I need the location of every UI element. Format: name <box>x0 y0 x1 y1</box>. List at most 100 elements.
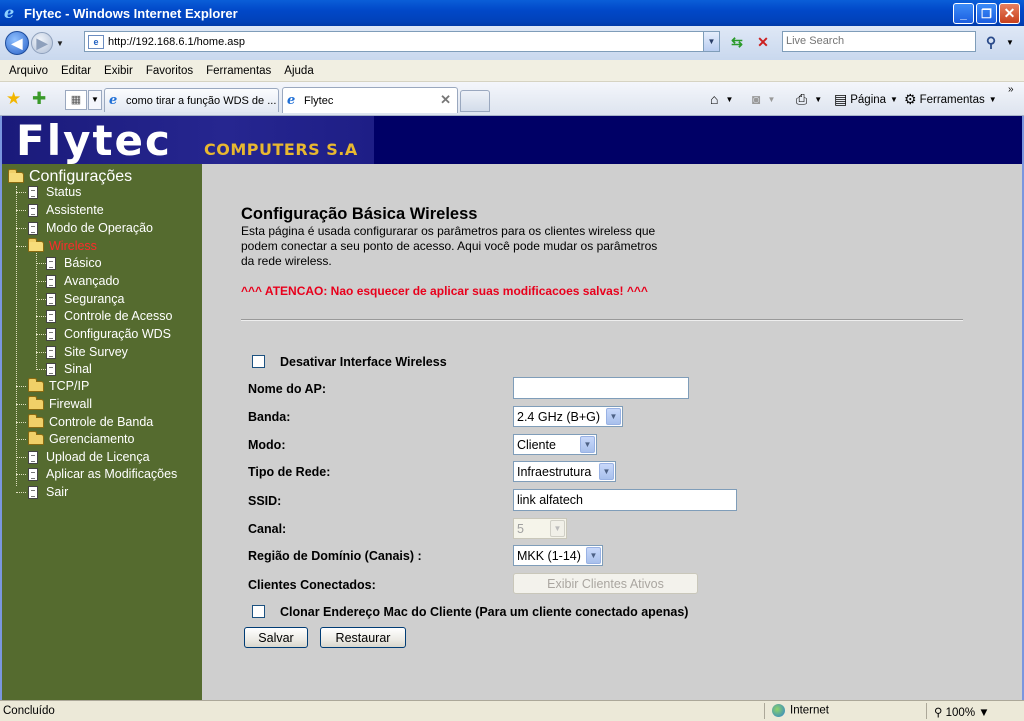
sidebar-item-label: Firewall <box>49 397 93 411</box>
disable-wireless-label: Desativar Interface Wireless <box>280 355 447 369</box>
regiao-select[interactable]: MKK (1-14) ▼ <box>513 545 603 566</box>
sidebar-item-sinal[interactable]: Sinal <box>46 362 92 376</box>
sidebar-item-controle-de-banda[interactable]: Controle de Banda <box>28 413 153 429</box>
sidebar-item-configura-o-wds[interactable]: Configuração WDS <box>46 327 171 341</box>
sidebar-item-label: Controle de Acesso <box>64 309 173 323</box>
sidebar-item-b-sico[interactable]: Básico <box>46 256 102 270</box>
back-button[interactable]: ◀ <box>5 31 29 55</box>
sidebar-item-label: Sinal <box>64 362 92 376</box>
clone-mac-checkbox[interactable] <box>252 605 265 618</box>
tab-wds[interactable]: e como tirar a função WDS de ... <box>104 88 279 112</box>
page-menu[interactable]: ▤ Página ▼ <box>834 91 898 108</box>
document-icon <box>46 327 56 341</box>
recent-pages-dropdown[interactable]: ▼ <box>56 39 66 48</box>
document-icon <box>46 292 56 306</box>
ie-logo-icon: e <box>4 3 15 22</box>
tipo-rede-label: Tipo de Rede: <box>248 465 331 479</box>
zoom-icon: ⚲ <box>934 707 943 719</box>
sidebar-item-modo-de-opera-o[interactable]: Modo de Operação <box>28 221 153 235</box>
brand-header: Flytec COMPUTERS S.A <box>2 116 1022 164</box>
address-dropdown-icon[interactable]: ▼ <box>703 32 719 51</box>
document-icon <box>46 274 56 288</box>
sidebar-item-assistente[interactable]: Assistente <box>28 203 104 217</box>
sidebar-item-controle-de-acesso[interactable]: Controle de Acesso <box>46 309 172 323</box>
search-box[interactable] <box>782 31 976 52</box>
zoom-level[interactable]: ⚲ 100% ▼ <box>934 705 990 719</box>
sidebar-item-avan-ado[interactable]: Avançado <box>46 274 119 288</box>
sidebar-item-label: Upload de Licença <box>46 450 150 464</box>
menu-editar[interactable]: Editar <box>61 65 91 77</box>
brand-subtitle: COMPUTERS S.A <box>204 140 358 159</box>
sidebar-item-site-survey[interactable]: Site Survey <box>46 345 128 359</box>
restore-button[interactable]: ❐ <box>976 3 997 24</box>
sidebar-item-status[interactable]: Status <box>28 185 81 199</box>
chevron-down-icon: ▼ <box>606 408 621 425</box>
folder-open-icon <box>8 168 24 183</box>
chevron-down-icon: ▼ <box>586 547 601 564</box>
reset-button[interactable]: Restaurar <box>320 627 406 648</box>
sidebar-item-tcp-ip[interactable]: TCP/IP <box>28 377 89 393</box>
gear-icon: ⚙ <box>904 91 917 107</box>
modo-label: Modo: <box>248 438 286 452</box>
chevron-more-icon[interactable]: » <box>1008 84 1014 95</box>
sidebar-item-label: Gerenciamento <box>49 432 135 446</box>
new-tab-button[interactable] <box>460 90 490 112</box>
menu-ferramentas[interactable]: Ferramentas <box>206 65 271 77</box>
address-toolbar: ◀ ▶ ▼ e ▼ ⇆ ✕ ⚲ ▼ <box>0 26 1024 60</box>
menu-favoritos[interactable]: Favoritos <box>146 65 193 77</box>
tree-root-configuracoes[interactable]: Configurações <box>8 168 132 186</box>
search-options-dropdown[interactable]: ▼ <box>999 32 1021 52</box>
ssid-input[interactable] <box>513 489 737 511</box>
close-tab-icon[interactable]: ✕ <box>440 92 451 108</box>
document-icon <box>46 345 56 359</box>
search-input[interactable] <box>783 32 973 50</box>
sidebar-item-firewall[interactable]: Firewall <box>28 395 93 411</box>
tab-flytec[interactable]: e Flytec ✕ <box>282 87 458 113</box>
menu-ajuda[interactable]: Ajuda <box>284 65 313 77</box>
page-viewport: Flytec COMPUTERS S.A Configurações Statu… <box>0 116 1024 700</box>
sidebar-item-label: Assistente <box>46 203 104 217</box>
url-input[interactable] <box>108 35 698 48</box>
page-description: Esta página é usada configurarar os parâ… <box>241 224 658 268</box>
quick-tabs-icon[interactable]: ▦ <box>65 90 87 110</box>
tab-list-dropdown[interactable]: ▼ <box>88 90 102 110</box>
print-icon: ⎙ <box>796 91 808 107</box>
home-button[interactable]: ⌂ ▼ <box>710 91 733 107</box>
sidebar-item-gerenciamento[interactable]: Gerenciamento <box>28 430 135 446</box>
sidebar-item-seguran-a[interactable]: Segurança <box>46 292 124 306</box>
menu-exibir[interactable]: Exibir <box>104 65 133 77</box>
main-content: Configuração Básica Wireless Esta página… <box>202 164 1022 700</box>
folder-icon <box>28 430 44 445</box>
sidebar-item-wireless[interactable]: Wireless <box>28 237 97 253</box>
modo-select[interactable]: Cliente ▼ <box>513 434 597 455</box>
canal-label: Canal: <box>248 522 287 536</box>
clientes-label: Clientes Conectados: <box>248 578 376 592</box>
disable-wireless-checkbox[interactable] <box>252 355 265 368</box>
close-window-button[interactable]: ✕ <box>999 3 1020 24</box>
feeds-button[interactable]: ◙ ▼ <box>752 91 775 107</box>
banda-select[interactable]: 2.4 GHz (B+G) ▼ <box>513 406 623 427</box>
print-button[interactable]: ⎙ ▼ <box>796 91 822 108</box>
ap-name-input[interactable] <box>513 377 689 399</box>
tipo-rede-select[interactable]: Infraestrutura ▼ <box>513 461 616 482</box>
add-favorite-icon[interactable]: ✚ <box>32 89 46 109</box>
menu-arquivo[interactable]: Arquivo <box>9 65 48 77</box>
save-button[interactable]: Salvar <box>244 627 308 648</box>
ap-name-label: Nome do AP: <box>248 382 327 396</box>
sidebar-item-upload-de-licen-a[interactable]: Upload de Licença <box>28 450 150 464</box>
sidebar-item-label: Configuração WDS <box>64 327 171 341</box>
window-title: Flytec - Windows Internet Explorer <box>24 5 238 21</box>
address-bar[interactable]: e ▼ <box>84 31 720 52</box>
divider <box>241 319 963 321</box>
forward-button[interactable]: ▶ <box>31 32 53 54</box>
document-icon <box>28 185 38 199</box>
document-icon <box>46 362 56 376</box>
minimize-button[interactable]: _ <box>953 3 974 24</box>
refresh-icon[interactable]: ⇆ <box>726 32 748 52</box>
sidebar-item-sair[interactable]: Sair <box>28 485 68 499</box>
window-title-bar: e Flytec - Windows Internet Explorer _ ❐… <box>0 0 1024 26</box>
sidebar-item-aplicar-as-modifica-es[interactable]: Aplicar as Modificações <box>28 467 177 481</box>
tools-menu[interactable]: ⚙ Ferramentas ▼ <box>904 91 997 108</box>
favorites-star-icon[interactable]: ★ <box>6 89 21 109</box>
stop-icon[interactable]: ✕ <box>752 32 774 52</box>
